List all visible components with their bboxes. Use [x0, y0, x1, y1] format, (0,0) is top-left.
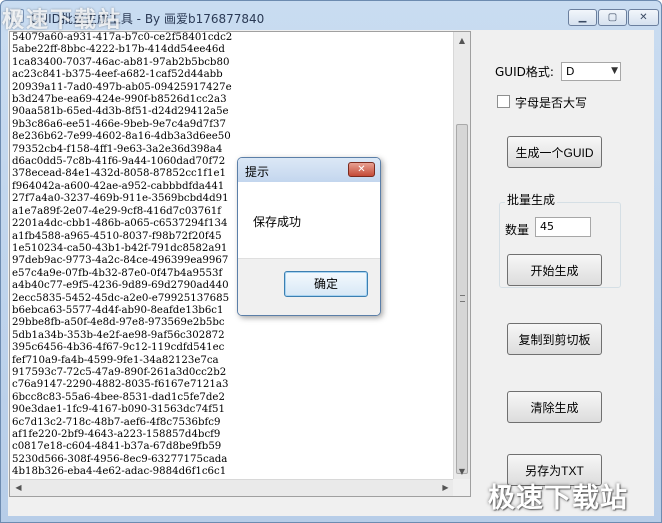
- guid-line: 27f7a4a0-3237-469b-911e-3569bcbd4d91: [12, 193, 229, 205]
- generate-one-guid-button[interactable]: 生成一个GUID: [507, 136, 602, 168]
- guid-line: a4b40c77-e9f5-4236-9d89-69d2790ad440: [12, 280, 229, 292]
- guid-line: 2201a4dc-cbb1-486b-a065-c6537294f134: [12, 218, 228, 230]
- guid-line: b6ebca63-5577-4d4f-ab90-8eafde13b6c1: [12, 304, 224, 316]
- guid-line: 5abe22ff-8bbc-4222-b17b-414dd54ee46d: [12, 44, 225, 56]
- guid-line: 5230d566-308f-4956-8ec9-63277175cada: [12, 453, 228, 465]
- guid-line: b3d247be-ea69-424e-990f-b8526d1cc2a3: [12, 94, 227, 106]
- maximize-button[interactable]: ▢: [598, 9, 627, 26]
- guid-line: 1ca83400-7037-46ac-ab81-97ab2b5bcb80: [12, 56, 230, 68]
- close-button[interactable]: ✕: [628, 9, 659, 26]
- guid-line: 6c7d13c2-718c-48b7-aef6-4f8c7536bfc9: [12, 416, 221, 428]
- guid-line: 378ecead-84e1-432d-8058-87852cc1f1e1: [12, 168, 227, 180]
- guid-line: ac23c841-b375-4eef-a682-1caf52d44abb: [12, 69, 223, 81]
- guid-line: f964042a-a600-42ae-a952-cabbbdfda441: [12, 180, 225, 192]
- message-dialog: 提示 ✕ 保存成功 确定: [237, 157, 381, 316]
- chevron-down-icon[interactable]: ▼: [611, 66, 618, 76]
- guid-output-lines[interactable]: 54079a60-a931-417a-b7c0-ce2f58401cdc2 5ab…: [12, 32, 452, 480]
- guid-line: c76a9147-2290-4882-8035-f6167e7121a3: [12, 379, 229, 391]
- guid-line: a1fb4588-a965-4510-8037-f98b72f20f45: [12, 230, 222, 242]
- scroll-up-arrow-icon[interactable]: ▲: [454, 32, 470, 49]
- guid-line: 5db1a34b-353b-4e2f-ae98-9af56c302872: [12, 329, 225, 341]
- dialog-footer: 确定: [238, 258, 380, 315]
- quantity-label: 数量: [505, 223, 530, 237]
- guid-line: fef710a9-fa4b-4599-9fe1-34a82123e7ca: [12, 354, 219, 366]
- guid-line: 2ecc5835-5452-45dc-a2e0-e79925137685: [12, 292, 230, 304]
- scroll-left-arrow-icon[interactable]: ◀: [10, 480, 27, 496]
- guid-line: 29bbe8fb-a50f-4e8d-97e8-973569e2b5bc: [12, 317, 225, 329]
- guid-line: d6ac0dd5-7c8b-41f6-9a44-1060dad70f72: [12, 156, 226, 168]
- minimize-button[interactable]: ▁: [568, 9, 597, 26]
- quantity-input[interactable]: 45: [535, 217, 591, 237]
- dialog-message: 保存成功: [253, 215, 302, 229]
- guid-format-value: D: [566, 65, 575, 78]
- guid-format-label: GUID格式:: [495, 65, 554, 79]
- guid-line: 79352cb4-f158-4ff1-9e63-3a2e36d398a4: [12, 143, 223, 155]
- uppercase-checkbox[interactable]: [497, 95, 510, 108]
- guid-line: 917593c7-72c5-47a9-890f-261a3d0cc2b2: [12, 366, 227, 378]
- scrollbar-corner: [453, 479, 470, 496]
- batch-generate-title: 批量生成: [505, 191, 558, 208]
- scroll-down-arrow-icon[interactable]: ▼: [454, 463, 470, 480]
- guid-line: 90e3dae1-1fc9-4167-b090-31563dc74f51: [12, 404, 226, 416]
- guid-line: 97deb9ac-9773-4a2c-84ce-496399ea9967: [12, 255, 229, 267]
- copy-to-clipboard-button[interactable]: 复制到剪切板: [507, 323, 602, 355]
- guid-format-select[interactable]: D ▼: [561, 62, 621, 81]
- uppercase-label: 字母是否大写: [515, 96, 588, 110]
- guid-line: e57c4a9e-07fb-4b32-87e0-0f47b4a9553f: [12, 267, 223, 279]
- dialog-close-icon[interactable]: ✕: [348, 162, 375, 177]
- scroll-grip-icon: [460, 295, 465, 302]
- guid-line: 395c6456-4b36-4f67-9c12-119cdfd541ec: [12, 342, 225, 354]
- dialog-title: 提示: [245, 165, 270, 179]
- scroll-right-arrow-icon[interactable]: ▶: [437, 480, 454, 496]
- vertical-scrollbar[interactable]: ▲ ▼: [453, 32, 470, 480]
- guid-line: 8e236b62-7e99-4602-8a16-4db3a3d6ee50: [12, 131, 231, 143]
- guid-line: 4b18b326-eba4-4e62-adac-9884d6f1c6c1: [12, 466, 227, 478]
- clear-generated-button[interactable]: 清除生成: [507, 391, 602, 423]
- guid-line: c0817e18-c604-4841-b37a-67d8be9fb59: [12, 441, 222, 453]
- watermark-top: 极速下载站: [2, 8, 123, 33]
- guid-line: 6bcc8c83-55a6-4bee-8531-dad1c5fe7de2: [12, 391, 225, 403]
- watermark-bottom: 极速下载站: [488, 483, 628, 514]
- start-generate-button[interactable]: 开始生成: [507, 254, 602, 286]
- guid-line: af1fe220-2bf9-4643-a223-158857d4bcf9: [12, 429, 221, 440]
- guid-line: 9b3c86a6-ee51-466e-9beb-9e7c4a9d7f37: [12, 118, 226, 130]
- dialog-ok-button[interactable]: 确定: [284, 271, 368, 297]
- vertical-scroll-thumb[interactable]: [456, 124, 468, 474]
- guid-line: 20939a11-7ad0-497b-ab05-09425917427e: [12, 81, 232, 93]
- guid-line: a1e7a89f-2e07-4e29-9cf8-416d7c03761f: [12, 205, 221, 217]
- dialog-title-bar[interactable]: 提示 ✕: [238, 158, 380, 182]
- horizontal-scrollbar[interactable]: ◀ ▶: [10, 479, 454, 496]
- guid-line: 90aa581b-65ed-4d3b-8f51-d24d29412a5e: [12, 106, 229, 118]
- guid-line: 1e510234-ca50-43b1-b42f-791dc8582a91: [12, 242, 228, 254]
